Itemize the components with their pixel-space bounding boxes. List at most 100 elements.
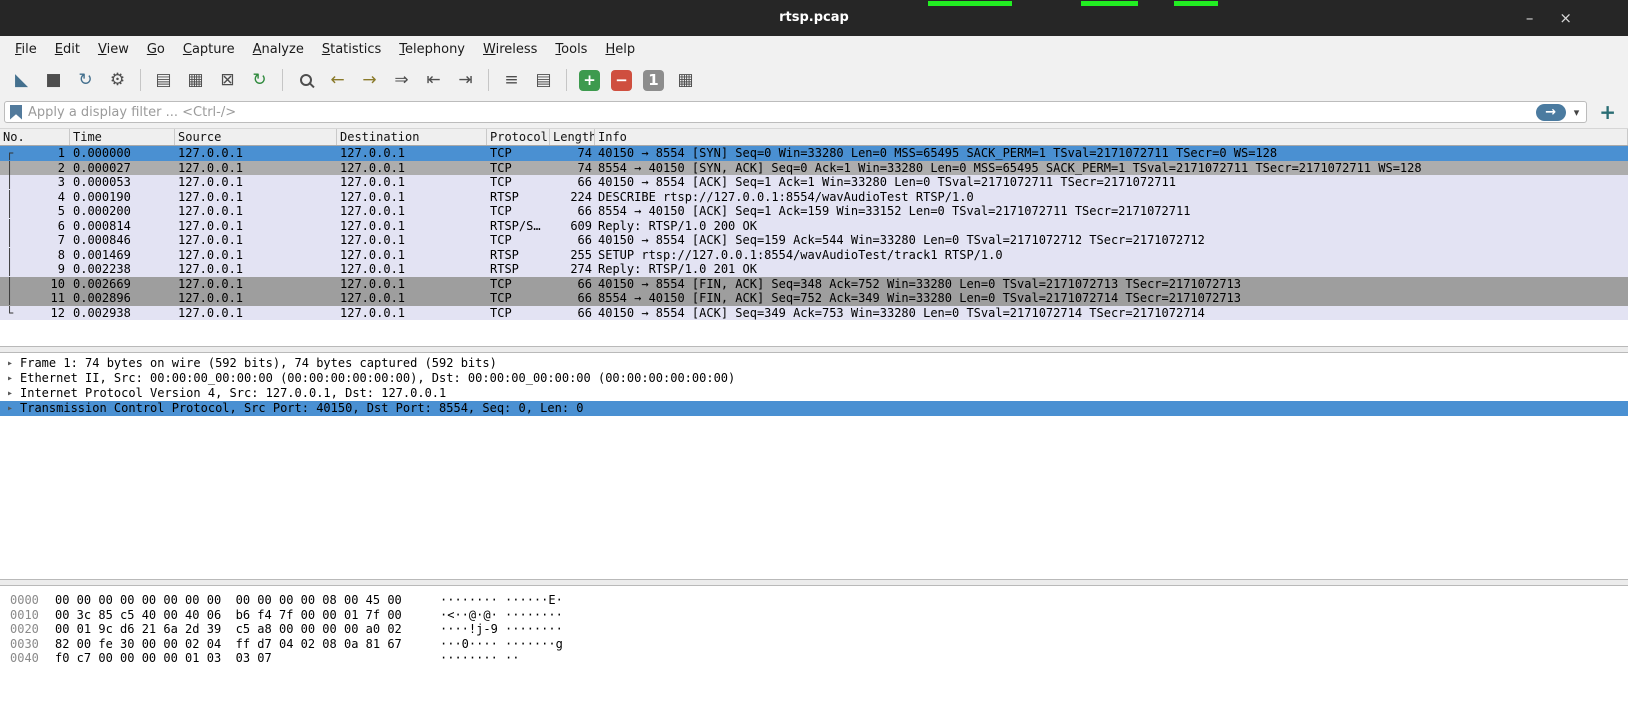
- packet-info: SETUP rtsp://127.0.0.1:8554/wavAudioTest…: [595, 248, 1628, 263]
- hex-row[interactable]: 000000 00 00 00 00 00 00 00 00 00 00 00 …: [0, 593, 1628, 608]
- pane-splitter[interactable]: [0, 579, 1628, 586]
- filter-add-button[interactable]: +: [1595, 100, 1620, 124]
- menu-edit[interactable]: Edit: [46, 38, 89, 61]
- packet-time: 0.002938: [70, 306, 175, 321]
- column-header-time[interactable]: Time: [70, 129, 175, 145]
- display-filter-input[interactable]: [28, 105, 1530, 120]
- stop-capture-icon[interactable]: ■: [40, 67, 67, 93]
- packet-number: 5: [58, 204, 65, 219]
- stream-bracket-icon: │: [6, 204, 13, 219]
- zoom-in-icon[interactable]: +: [579, 70, 600, 91]
- title-bar[interactable]: rtsp.pcap – ×: [0, 0, 1628, 36]
- detail-row-frame[interactable]: ▸Frame 1: 74 bytes on wire (592 bits), 7…: [0, 356, 1628, 371]
- packet-destination: 127.0.0.1: [337, 146, 487, 161]
- find-packet-icon[interactable]: [292, 67, 319, 93]
- packet-row[interactable]: │40.000190127.0.0.1127.0.0.1RTSP224DESCR…: [0, 190, 1628, 205]
- close-button[interactable]: ×: [1559, 9, 1572, 27]
- go-forward-icon[interactable]: →: [356, 67, 383, 93]
- packet-length: 74: [550, 146, 595, 161]
- packet-info: 40150 → 8554 [ACK] Seq=1 Ack=1 Win=33280…: [595, 175, 1628, 190]
- colorize-packets-icon[interactable]: ▤: [530, 67, 557, 93]
- packet-number: 4: [58, 190, 65, 205]
- packet-row[interactable]: │100.002669127.0.0.1127.0.0.1TCP6640150 …: [0, 277, 1628, 292]
- filter-apply-button[interactable]: →: [1536, 104, 1566, 121]
- go-first-packet-icon[interactable]: ⇤: [420, 67, 447, 93]
- menu-statistics[interactable]: Statistics: [313, 38, 390, 61]
- start-capture-icon[interactable]: ◣: [8, 67, 35, 93]
- packet-row[interactable]: │60.000814127.0.0.1127.0.0.1RTSP/S…609Re…: [0, 219, 1628, 234]
- filter-dropdown-caret-icon[interactable]: ▾: [1572, 106, 1582, 119]
- packet-destination: 127.0.0.1: [337, 190, 487, 205]
- detail-row-tcp[interactable]: ▸Transmission Control Protocol, Src Port…: [0, 401, 1628, 416]
- pane-splitter[interactable]: [0, 346, 1628, 353]
- packet-protocol: TCP: [487, 233, 550, 248]
- packet-length: 274: [550, 262, 595, 277]
- stream-bracket-icon: │: [6, 277, 13, 292]
- menu-wireless[interactable]: Wireless: [474, 38, 546, 61]
- column-header-protocol[interactable]: Protocol: [487, 129, 550, 145]
- packet-protocol: TCP: [487, 146, 550, 161]
- packet-source: 127.0.0.1: [175, 262, 337, 277]
- menu-analyze[interactable]: Analyze: [244, 38, 313, 61]
- hex-row[interactable]: 001000 3c 85 c5 40 00 40 06 b6 f4 7f 00 …: [0, 608, 1628, 623]
- hex-offset: 0040: [0, 651, 46, 666]
- hex-offset: 0030: [0, 637, 46, 652]
- detail-row-ethernet[interactable]: ▸Ethernet II, Src: 00:00:00_00:00:00 (00…: [0, 371, 1628, 386]
- packet-details-pane: ▸Frame 1: 74 bytes on wire (592 bits), 7…: [0, 353, 1628, 579]
- menu-capture[interactable]: Capture: [174, 38, 244, 61]
- packet-row[interactable]: ┌10.000000127.0.0.1127.0.0.1TCP7440150 →…: [0, 146, 1628, 161]
- resize-columns-icon[interactable]: ▦: [672, 67, 699, 93]
- column-header-no[interactable]: No.: [0, 129, 70, 145]
- packet-time: 0.001469: [70, 248, 175, 263]
- column-header-destination[interactable]: Destination: [337, 129, 487, 145]
- column-header-source[interactable]: Source: [175, 129, 337, 145]
- packet-protocol: TCP: [487, 175, 550, 190]
- open-file-icon[interactable]: ▤: [150, 67, 177, 93]
- zoom-out-icon[interactable]: −: [611, 70, 632, 91]
- packet-row[interactable]: └120.002938127.0.0.1127.0.0.1TCP6640150 …: [0, 306, 1628, 321]
- packet-row[interactable]: │50.000200127.0.0.1127.0.0.1TCP668554 → …: [0, 204, 1628, 219]
- stream-bracket-icon: └: [6, 306, 13, 321]
- hex-row[interactable]: 002000 01 9c d6 21 6a 2d 39 c5 a8 00 00 …: [0, 622, 1628, 637]
- column-header-info[interactable]: Info: [595, 129, 1628, 145]
- reload-file-icon[interactable]: ↻: [246, 67, 273, 93]
- hex-row[interactable]: 0040f0 c7 00 00 00 00 01 03 03 07·······…: [0, 651, 1628, 666]
- magnifier-glass: [300, 74, 312, 86]
- capture-options-gear-icon[interactable]: ⚙: [104, 67, 131, 93]
- menu-view[interactable]: View: [89, 38, 138, 61]
- go-to-packet-icon[interactable]: ⇒: [388, 67, 415, 93]
- hex-ascii: ···0···· ·······g: [440, 637, 563, 652]
- packet-row[interactable]: │110.002896127.0.0.1127.0.0.1TCP668554 →…: [0, 291, 1628, 306]
- auto-scroll-icon[interactable]: ≡: [498, 67, 525, 93]
- packet-row[interactable]: │30.000053127.0.0.1127.0.0.1TCP6640150 →…: [0, 175, 1628, 190]
- packet-row[interactable]: │90.002238127.0.0.1127.0.0.1RTSP274Reply…: [0, 262, 1628, 277]
- menu-file[interactable]: File: [6, 38, 46, 61]
- packet-row[interactable]: │80.001469127.0.0.1127.0.0.1RTSP255SETUP…: [0, 248, 1628, 263]
- packet-source: 127.0.0.1: [175, 291, 337, 306]
- detail-row-ip[interactable]: ▸Internet Protocol Version 4, Src: 127.0…: [0, 386, 1628, 401]
- packet-destination: 127.0.0.1: [337, 204, 487, 219]
- column-header-length[interactable]: Length: [550, 129, 595, 145]
- go-last-packet-icon[interactable]: ⇥: [452, 67, 479, 93]
- zoom-original-icon[interactable]: 1: [643, 70, 664, 91]
- packet-number: 11: [51, 291, 65, 306]
- packet-row[interactable]: │70.000846127.0.0.1127.0.0.1TCP6640150 →…: [0, 233, 1628, 248]
- hex-offset: 0000: [0, 593, 46, 608]
- go-back-icon[interactable]: ←: [324, 67, 351, 93]
- packet-length: 66: [550, 233, 595, 248]
- save-file-icon[interactable]: ▦: [182, 67, 209, 93]
- menu-help[interactable]: Help: [596, 38, 644, 61]
- hex-row[interactable]: 003082 00 fe 30 00 00 02 04 ff d7 04 02 …: [0, 637, 1628, 652]
- display-filter-field[interactable]: → ▾: [4, 101, 1587, 123]
- close-file-icon[interactable]: ⊠: [214, 67, 241, 93]
- hex-bytes: 00 01 9c d6 21 6a 2d 39 c5 a8 00 00 00 0…: [46, 622, 440, 637]
- packet-row[interactable]: │20.000027127.0.0.1127.0.0.1TCP748554 → …: [0, 161, 1628, 176]
- filter-bookmark-icon[interactable]: [10, 105, 22, 120]
- menu-tools[interactable]: Tools: [546, 38, 596, 61]
- restart-capture-icon[interactable]: ↻: [72, 67, 99, 93]
- menu-telephony[interactable]: Telephony: [390, 38, 474, 61]
- minimize-button[interactable]: –: [1526, 9, 1534, 27]
- stream-bracket-icon: │: [6, 219, 13, 234]
- menu-go[interactable]: Go: [138, 38, 174, 61]
- detail-text: Ethernet II, Src: 00:00:00_00:00:00 (00:…: [20, 371, 735, 386]
